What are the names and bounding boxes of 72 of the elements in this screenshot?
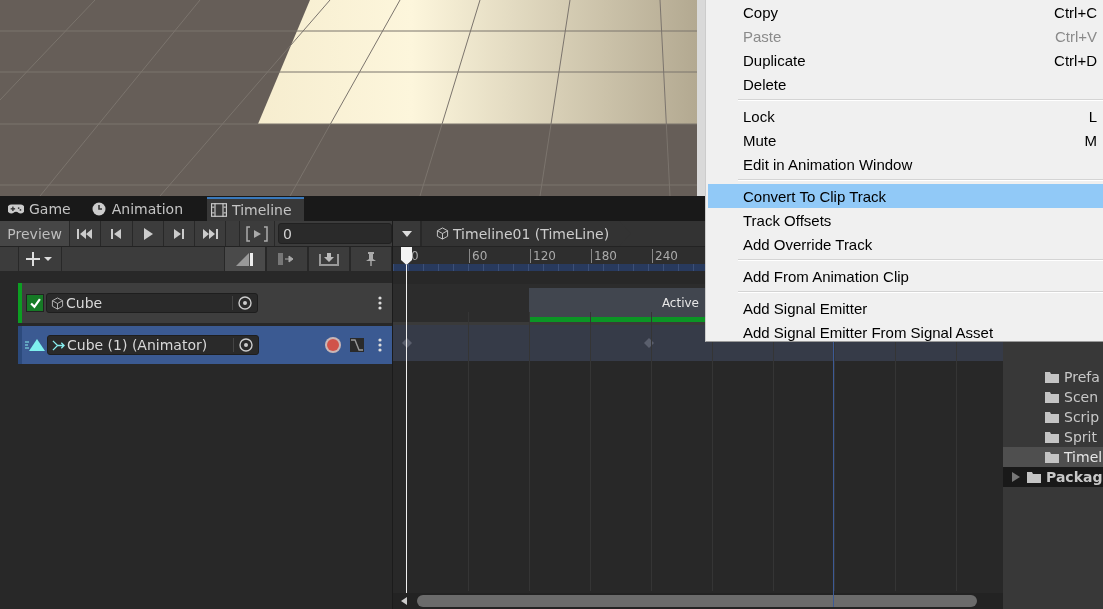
menu-item[interactable]: Edit in Animation Window <box>708 152 1103 176</box>
shortcut-label: Ctrl+D <box>1054 51 1097 69</box>
snap-down-icon[interactable] <box>308 247 350 271</box>
shortcut-label: Ctrl+C <box>1054 3 1097 21</box>
skip-to-end-icon <box>202 227 219 240</box>
folder-item[interactable]: Packag <box>1003 467 1103 487</box>
skip-to-start-icon <box>77 227 94 240</box>
track-header[interactable]: Cube <box>18 283 392 323</box>
activation-clip[interactable]: Active <box>529 288 707 322</box>
preview-button[interactable]: Preview <box>0 221 71 246</box>
panel-tab[interactable]: Timeline <box>207 197 304 221</box>
shortcut-label: Ctrl+V <box>1054 27 1097 45</box>
pin-icon[interactable] <box>350 247 392 271</box>
track-checkbox[interactable] <box>26 294 44 312</box>
plus-caret-icon <box>26 252 54 266</box>
ruler-label: 60 <box>469 249 488 263</box>
folder-icon <box>1045 431 1059 443</box>
play-icon <box>141 227 154 240</box>
shortcut-label: L <box>1088 107 1097 125</box>
menu-item[interactable]: Mute M <box>708 128 1103 152</box>
shortcut-label: M <box>1084 131 1097 149</box>
track-header[interactable]: Cube (1) (Animator) <box>18 326 392 364</box>
menu-item[interactable]: Add Signal Emitter <box>708 296 1103 320</box>
folder-icon <box>1045 371 1059 383</box>
more-options-icon[interactable] <box>378 338 382 352</box>
clock-icon <box>90 202 107 216</box>
branch-icon <box>52 338 65 352</box>
step-back-icon <box>110 227 123 240</box>
animation-track-icon <box>25 339 45 351</box>
folder-icon <box>1027 471 1041 483</box>
folder-item[interactable]: Timel <box>1003 447 1103 467</box>
folder-item[interactable]: Prefa <box>1003 367 1103 387</box>
clip-push-icon[interactable] <box>266 247 308 271</box>
binding-field[interactable]: Cube (1) (Animator) <box>47 335 259 355</box>
curves-icon[interactable] <box>350 338 364 352</box>
horizontal-scrollbar[interactable] <box>393 593 1003 609</box>
menu-item[interactable]: Lock L <box>708 104 1103 128</box>
folder-icon <box>1045 451 1059 463</box>
gamepad-icon <box>8 202 24 216</box>
menu-item[interactable]: Track Offsets <box>708 208 1103 232</box>
menu-item[interactable]: Add Signal Emitter From Signal Asset <box>708 320 1103 344</box>
folder-item[interactable]: Scrip <box>1003 407 1103 427</box>
expand-arrow-icon[interactable] <box>1012 472 1020 482</box>
ruler-label: 180 <box>591 249 617 263</box>
step-forward-icon <box>172 227 185 240</box>
caret-icon <box>401 230 412 237</box>
cube-icon <box>436 227 449 240</box>
menu-item[interactable]: Delete <box>708 72 1103 96</box>
menu-item[interactable]: Convert To Clip Track <box>708 184 1103 208</box>
menu-item[interactable]: Copy Ctrl+C <box>708 0 1103 24</box>
film-strip-icon <box>211 203 228 217</box>
target-icon[interactable] <box>233 338 253 352</box>
binding-field[interactable]: Cube <box>46 293 258 313</box>
scroll-left-icon[interactable] <box>401 597 407 605</box>
record-button[interactable] <box>324 336 342 354</box>
folder-item[interactable]: Sprit <box>1003 427 1103 447</box>
panel-tab[interactable]: Animation <box>86 197 196 221</box>
playhead[interactable] <box>401 247 412 593</box>
panel-tab[interactable]: Game <box>4 197 83 221</box>
bracket-play-icon <box>245 225 268 242</box>
more-options-icon[interactable] <box>378 296 382 310</box>
target-icon[interactable] <box>232 296 252 310</box>
cube-icon <box>51 296 64 310</box>
ruler-label: 120 <box>530 249 556 263</box>
folder-icon <box>1045 411 1059 423</box>
folder-icon <box>1045 391 1059 403</box>
folder-item[interactable]: Scen <box>1003 387 1103 407</box>
frame-field[interactable]: 0 <box>278 223 392 244</box>
menu-item[interactable]: Duplicate Ctrl+D <box>708 48 1103 72</box>
dropdown-button[interactable] <box>393 221 421 246</box>
ripple-toggle-icon[interactable] <box>224 247 266 271</box>
ruler-label: 240 <box>652 249 678 263</box>
